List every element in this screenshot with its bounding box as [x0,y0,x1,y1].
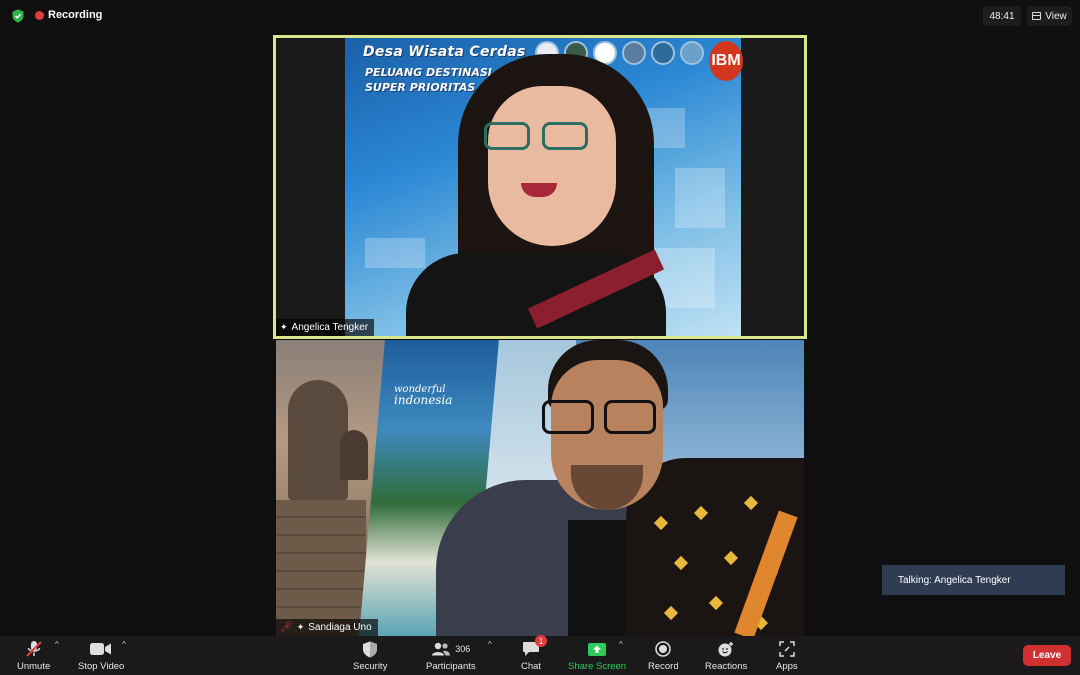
participant-name: Sandiaga Uno [308,622,372,633]
apps-label: Apps [776,661,798,672]
microphone-muted-icon [25,639,43,659]
apps-icon [779,639,795,659]
security-shield-icon[interactable] [11,9,25,23]
video-camera-icon [90,639,112,659]
view-label: View [1045,10,1067,22]
unmute-button[interactable]: Unmute [17,639,50,672]
logo-emblem-icon [680,41,704,65]
record-button[interactable]: Record [648,639,679,672]
view-grid-icon [1032,12,1042,20]
apps-button[interactable]: Apps [776,639,798,672]
security-button[interactable]: Security [353,639,387,672]
pin-icon: ✦ [296,622,305,632]
leave-button[interactable]: Leave [1023,645,1071,666]
participant-video: wonderful indonesia [276,340,804,636]
video-tile-angelica-tengker[interactable]: Desa Wisata Cerdas PELUANG DESTINASI SUP… [273,35,807,339]
view-button[interactable]: View [1027,6,1072,26]
stop-video-label: Stop Video [78,661,125,672]
shield-icon [362,639,378,659]
participants-button[interactable]: 306 Participants [426,639,476,672]
recording-label: Recording [48,9,103,21]
stop-video-button[interactable]: Stop Video [78,639,124,672]
pin-icon: ✦ [280,322,288,332]
reactions-label: Reactions [705,661,748,672]
participants-options-caret[interactable]: ^ [488,640,492,649]
participant-name: Angelica Tengker [291,322,369,333]
smiley-plus-icon [717,639,735,659]
record-label: Record [648,661,679,672]
chat-label: Chat [521,661,542,672]
security-label: Security [353,661,388,672]
reactions-button[interactable]: Reactions [705,639,747,672]
chat-unread-badge: 1 [535,635,548,647]
recording-dot-icon [35,10,44,20]
banner-title: Desa Wisata Cerdas [363,44,526,60]
share-screen-label: Share Screen [568,661,627,672]
record-icon [655,639,672,659]
video-options-caret[interactable]: ^ [122,640,126,649]
share-screen-button[interactable]: Share Screen [568,639,626,672]
share-options-caret[interactable]: ^ [619,640,623,649]
talking-indicator: Talking: Angelica Tengker [882,565,1065,595]
video-tile-sandiaga-uno[interactable]: wonderful indonesia 🎤︎ ✦ Sandiaga Uno [276,340,804,636]
participants-count: 306 [455,644,471,654]
chat-bubble-icon: 1 [522,635,548,659]
speaker-glasses [484,122,590,152]
participant-name-tag: 🎤︎ ✦ Sandiaga Uno [276,619,378,636]
speaker-glasses [542,400,656,434]
participant-name-tag: ✦ Angelica Tengker [276,319,375,336]
logo-emblem-icon [651,41,675,65]
logo-emblem-icon [622,41,646,65]
banner-subtitle: PELUANG DESTINASI SUPER PRIORITAS [365,66,492,94]
speaker-face [488,86,616,246]
participants-label: Participants [426,661,476,672]
chat-button[interactable]: 1 Chat [521,635,548,672]
wonderful-indonesia-logo: wonderful indonesia [394,384,453,407]
participants-icon: 306 [431,639,470,659]
ibm-logo: IBM [709,41,743,81]
share-screen-icon [587,639,607,659]
recording-indicator[interactable]: Recording [35,9,102,21]
meeting-top-bar: Recording 48:41 View [0,0,1080,32]
meeting-toolbar: Unmute ^ Stop Video ^ Security 306 Parti… [0,635,1080,675]
unmute-label: Unmute [17,661,51,672]
mic-muted-icon: 🎤︎ [280,622,293,633]
meeting-timer: 48:41 [983,6,1021,26]
audio-options-caret[interactable]: ^ [55,640,59,649]
participant-video: Desa Wisata Cerdas PELUANG DESTINASI SUP… [276,38,804,336]
